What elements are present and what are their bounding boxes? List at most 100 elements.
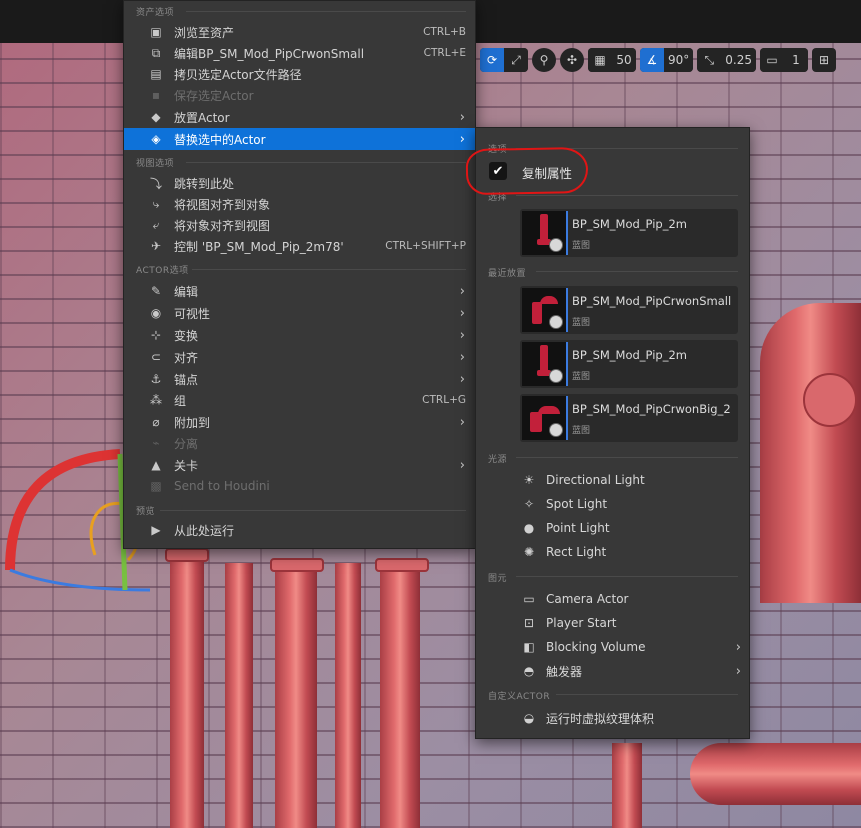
menu-item-snap-object-to-view[interactable]: ⤶ 将对象对齐到视图 — [124, 214, 475, 236]
place-actor-icon: ◆ — [151, 110, 161, 124]
chevron-right-icon: › — [459, 327, 465, 343]
pipe — [225, 563, 253, 828]
magnet-icon: ⊂ — [150, 350, 162, 364]
chevron-right-icon: › — [459, 305, 465, 321]
menu-item-browse-to-asset[interactable]: ▣ 浏览至资产 CTRL+B — [124, 21, 475, 43]
asset-type: 蓝图 — [572, 426, 591, 436]
menu-item-blocking-volume[interactable]: ◧ Blocking Volume › — [476, 635, 749, 659]
menu-item-spot-light[interactable]: ✧ Spot Light — [476, 492, 749, 516]
recent-asset-tile[interactable]: BP_SM_Mod_PipCrwonBig_2 蓝图 — [520, 394, 738, 442]
asset-thumbnail — [522, 342, 568, 386]
replace-actor-icon: ◈ — [151, 132, 161, 146]
pivot-icon: ⚓ — [150, 372, 162, 386]
menu-item-camera-actor[interactable]: ▭ Camera Actor — [476, 587, 749, 611]
recent-asset-tile[interactable]: BP_SM_Mod_Pip_2m 蓝图 — [520, 340, 738, 388]
recent-asset-tile[interactable]: BP_SM_Mod_PipCrwonSmall 蓝图 — [520, 286, 738, 334]
menu-item-edit[interactable]: ✎ 编辑 › — [124, 280, 475, 302]
attach-icon: ⌀ — [152, 415, 160, 429]
actor-context-menu: 资产选项 ▣ 浏览至资产 CTRL+B ⧉ 编辑BP_SM_Mod_PipCrw… — [123, 0, 476, 549]
scale-icon[interactable]: ⤡ — [697, 48, 722, 72]
eye-icon: ◉ — [150, 306, 162, 320]
browse-icon: ▣ — [150, 25, 162, 39]
menu-item-trigger[interactable]: ◓ 触发器 › — [476, 659, 749, 683]
group-icon: ⁂ — [150, 393, 162, 407]
asset-thumbnail — [522, 288, 568, 332]
menu-item-snap-view-to-object[interactable]: ⤷ 将视图对齐到对象 — [124, 193, 475, 215]
grid-value[interactable]: 50 — [612, 48, 636, 72]
chevron-right-icon: › — [459, 371, 465, 387]
surface-snap-icon[interactable]: ✣ — [560, 48, 584, 72]
copy-path-icon: ▤ — [150, 67, 162, 81]
camera-speed-group: ▭ 1 — [760, 48, 808, 72]
angle-icon[interactable]: ∡ — [640, 48, 664, 72]
menu-item-play-from-here[interactable]: ▶ 从此处运行 — [124, 519, 475, 541]
snap-view-icon: ⤷ — [152, 196, 160, 211]
snap-object-icon: ⤶ — [152, 217, 160, 232]
asset-name: BP_SM_Mod_Pip_2m — [572, 348, 687, 362]
chevron-right-icon: › — [735, 639, 741, 655]
red-annotation-circle — [465, 146, 589, 196]
menu-item-detach[interactable]: ⌁ 分离 — [124, 432, 475, 454]
blocking-volume-icon: ◧ — [523, 640, 535, 654]
asset-name: BP_SM_Mod_Pip_2m — [572, 217, 687, 231]
menu-item-place-actor[interactable]: ◆ 放置Actor › — [124, 106, 475, 128]
section-label-asset: 资产选项 — [136, 8, 175, 18]
camera-speed-value[interactable]: 1 — [784, 48, 808, 72]
rotate-mode-icon[interactable]: ⟳ — [480, 48, 504, 72]
divider — [516, 576, 738, 577]
chevron-right-icon: › — [459, 414, 465, 430]
pipe-flange — [270, 558, 324, 572]
transform-icon: ⊹ — [150, 328, 162, 342]
divider — [160, 510, 466, 511]
point-light-icon: ● — [523, 521, 535, 535]
menu-item-player-start[interactable]: ⊡ Player Start — [476, 611, 749, 635]
grid-icon[interactable]: ▦ — [588, 48, 612, 72]
player-start-icon: ⊡ — [523, 616, 535, 630]
section-label-recent: 最近放置 — [488, 269, 527, 279]
menu-item-copy-path[interactable]: ▤ 拷贝选定Actor文件路径 — [124, 63, 475, 85]
scale-value[interactable]: 0.25 — [721, 48, 756, 72]
menu-item-directional-light[interactable]: ☀ Directional Light — [476, 468, 749, 492]
layout-icon[interactable]: ⊞ — [812, 48, 836, 72]
section-label-actor: ACTOR选项 — [136, 266, 189, 276]
menu-item-attach-to[interactable]: ⌀ 附加到 › — [124, 411, 475, 433]
pilot-icon: ✈ — [150, 239, 162, 253]
chevron-right-icon: › — [735, 663, 741, 679]
selected-asset-tile[interactable]: BP_SM_Mod_Pip_2m 蓝图 — [520, 209, 738, 257]
rect-light-icon: ✺ — [523, 545, 535, 559]
world-local-icon[interactable]: ⚲ — [532, 48, 556, 72]
menu-item-visibility[interactable]: ◉ 可视性 › — [124, 302, 475, 324]
angle-snap-group: ∡ 90° — [640, 48, 694, 72]
menu-item-point-light[interactable]: ● Point Light — [476, 516, 749, 540]
asset-type: 蓝图 — [572, 318, 591, 328]
menu-item-edit-blueprint[interactable]: ⧉ 编辑BP_SM_Mod_PipCrwonSmall CTRL+E — [124, 42, 475, 64]
menu-item-rect-light[interactable]: ✺ Rect Light — [476, 540, 749, 564]
divider — [516, 195, 738, 196]
pipe — [690, 743, 861, 805]
menu-item-jump-here[interactable]: ⤵ 跳转到此处 — [124, 172, 475, 194]
divider — [186, 11, 466, 12]
menu-item-pivot[interactable]: ⚓ 锚点 › — [124, 368, 475, 390]
divider — [536, 271, 738, 272]
section-label-view: 视图选项 — [136, 159, 175, 169]
menu-item-transform[interactable]: ⊹ 变换 › — [124, 324, 475, 346]
asset-thumbnail — [522, 211, 568, 255]
menu-item-send-to-houdini[interactable]: ▩ Send to Houdini — [124, 475, 475, 497]
menu-item-pilot-actor[interactable]: ✈ 控制 'BP_SM_Mod_Pip_2m78' CTRL+SHIFT+P — [124, 235, 475, 257]
menu-item-rvt-volume[interactable]: ◒ 运行时虚拟纹理体积 — [476, 706, 749, 730]
menu-item-save-actor[interactable]: ▪ 保存选定Actor — [124, 84, 475, 106]
menu-item-level[interactable]: ▲ 关卡 › — [124, 454, 475, 476]
play-icon: ▶ — [151, 523, 161, 537]
camera-icon[interactable]: ▭ — [760, 48, 784, 72]
edit-blueprint-icon: ⧉ — [151, 45, 161, 60]
menu-item-snapping[interactable]: ⊂ 对齐 › — [124, 346, 475, 368]
angle-value[interactable]: 90° — [664, 48, 694, 72]
pipe — [335, 563, 361, 828]
camera-icon: ▭ — [523, 592, 535, 606]
level-icon: ▲ — [151, 458, 161, 472]
menu-item-replace-actor[interactable]: ◈ 替换选中的Actor › — [124, 128, 475, 150]
scale-mode-icon[interactable]: ⤢ — [504, 48, 528, 72]
rvt-volume-icon: ◒ — [523, 711, 535, 725]
houdini-icon: ▩ — [150, 479, 162, 493]
menu-item-group[interactable]: ⁂ 组 CTRL+G — [124, 389, 475, 411]
